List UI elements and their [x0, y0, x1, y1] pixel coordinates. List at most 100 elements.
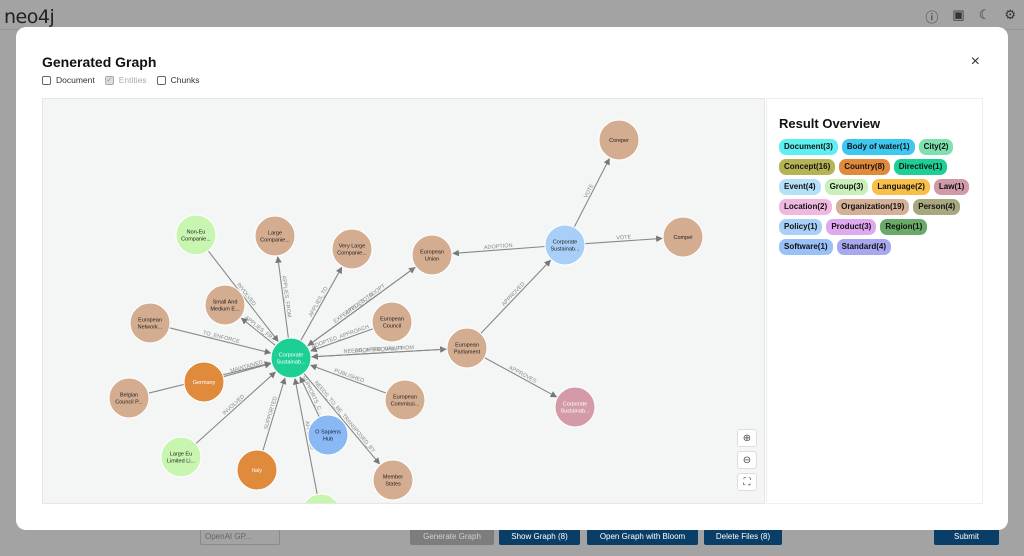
moon-icon[interactable]: ☾	[979, 7, 991, 26]
graph-node[interactable]: Italy	[236, 449, 278, 491]
graph-node[interactable]: EuropeanUnion	[411, 234, 453, 276]
edge-label: APPLIES_TO	[308, 285, 330, 318]
graph-node[interactable]: EuropeanCommissi...	[384, 379, 426, 421]
gear-icon[interactable]: ⚙	[1004, 7, 1016, 26]
zoom-in-icon[interactable]: ⊕	[737, 429, 757, 447]
legend-chip[interactable]: Location(2)	[779, 199, 833, 215]
graph-node[interactable]: BelgianCouncil P...	[108, 377, 150, 419]
graph-node[interactable]: Non-EuCompanie...	[175, 214, 217, 256]
legend-chip[interactable]: Organization(19)	[836, 199, 910, 215]
edge-label: APPROVED	[501, 281, 526, 307]
node-label: O Sapiens	[315, 430, 341, 436]
checkbox[interactable]: ✓	[104, 75, 114, 85]
node-label: Sustainab...	[560, 409, 590, 415]
graph-canvas[interactable]: INVOLVED APPLIES_FROM APPLIES_TO APPLIES_TO…	[42, 98, 765, 504]
legend-chip[interactable]: Policy(1)	[779, 219, 823, 235]
result-overview-title: Result Overview	[779, 116, 881, 131]
api-icon[interactable]: ▣	[952, 7, 964, 26]
filter-label: Entities	[118, 75, 147, 85]
edge-label: APPROVES	[508, 365, 538, 385]
fit-view-icon[interactable]: ⛶	[737, 473, 757, 491]
legend-chip[interactable]: Body of water(1)	[841, 139, 915, 155]
graph-edge[interactable]: SUPPORTS_C...	[299, 375, 324, 418]
graph-node[interactable]: CorporateSustainab...	[544, 224, 586, 266]
graph-edge[interactable]: MAINTAINED	[223, 360, 272, 378]
graph-edge[interactable]: TO_ENFORCE	[169, 327, 272, 355]
edge-label: APPLIES_FROM	[280, 275, 291, 318]
graph-node[interactable]: MemberStates	[372, 459, 414, 501]
zoom-out-icon[interactable]: ⊖	[737, 451, 757, 469]
legend-chip[interactable]: Law(1)	[933, 179, 970, 195]
graph-edge[interactable]: ADOPTION	[452, 243, 546, 257]
node-label: States	[385, 482, 401, 488]
graph-node[interactable]: EuropeanParliament	[446, 327, 488, 369]
legend-chip[interactable]: Software(1)	[779, 239, 833, 255]
filter-document[interactable]: Document	[42, 75, 95, 85]
node-label: Hub	[323, 437, 333, 443]
filter-chunks[interactable]: Chunks	[156, 75, 200, 85]
graph-edge[interactable]: SUPPORTED	[262, 377, 287, 452]
graph-edge[interactable]: APPLIES_FROM	[275, 256, 292, 339]
graph-node[interactable]: Germany	[183, 361, 225, 403]
graph-node[interactable]: EuropeanCouncil	[371, 301, 413, 343]
node-label: Sustainab...	[276, 360, 306, 366]
node-label: Union	[425, 257, 439, 263]
checkbox[interactable]	[42, 75, 51, 85]
graph-edge[interactable]: VOTE	[573, 158, 610, 228]
close-icon[interactable]: ×	[971, 53, 980, 71]
node-label: Non-Eu	[187, 230, 206, 236]
node-label: Sustainab...	[550, 247, 580, 253]
graph-svg[interactable]: INVOLVED APPLIES_FROM APPLIES_TO APPLIES_TO…	[43, 99, 765, 504]
graph-node[interactable]: CorporateSustainab...	[270, 337, 312, 379]
info-icon[interactable]: ⓘ	[925, 7, 938, 26]
legend-chip[interactable]: Directive(1)	[893, 159, 948, 175]
node-label: European	[420, 250, 444, 256]
graph-node[interactable]: Large EuLimited Li...	[160, 436, 202, 478]
graph-edge[interactable]: APPLIES_FR...	[240, 315, 277, 346]
node-label: Small And	[213, 300, 238, 306]
legend-chip[interactable]: Document(3)	[779, 139, 838, 155]
graph-node[interactable]: Compel	[662, 216, 704, 258]
node-label: Corporate	[553, 240, 577, 246]
node-label: Germany	[193, 380, 216, 386]
graph-edge[interactable]: VOTE	[584, 234, 663, 245]
graph-node[interactable]: Very LargeCompanie...	[331, 228, 373, 270]
graph-node[interactable]: O SapiensHub	[307, 414, 349, 456]
result-overview-panel: Result Overview Document(3) Body of water…	[766, 98, 983, 504]
node-label: Medium E...	[210, 307, 240, 313]
checkbox[interactable]	[156, 75, 166, 85]
legend-chip[interactable]: Standard(4)	[836, 239, 892, 255]
node-label: Italy	[252, 468, 262, 474]
graph-node[interactable]: Small AndMedium E...	[204, 284, 246, 326]
graph-edge[interactable]: ADOPTED_DRAFT	[311, 346, 448, 360]
edge-label: INVOLVED	[222, 394, 246, 417]
graph-edge[interactable]: APPLIES_TO	[300, 266, 343, 341]
legend-chip[interactable]: City(2)	[918, 139, 954, 155]
filter-label: Chunks	[170, 75, 200, 85]
legend-chip[interactable]: Event(4)	[779, 179, 821, 195]
graph-node[interactable]: EuropeanNetwork...	[129, 302, 171, 344]
legend-chip[interactable]: Person(4)	[913, 199, 961, 215]
legend-chip[interactable]: Region(1)	[880, 219, 928, 235]
graph-edge[interactable]: APPROVES	[484, 357, 558, 398]
node-label: Compel	[674, 235, 693, 241]
node-label: European	[455, 343, 479, 349]
legend-chip[interactable]: Concept(16)	[779, 159, 836, 175]
legend-chip[interactable]: Product(3)	[826, 219, 877, 235]
node-label: Companie...	[260, 238, 290, 244]
graph-edge[interactable]: APPROVED	[480, 259, 551, 334]
neo4j-logo: neo4j	[4, 6, 55, 28]
node-label: Large Eu	[170, 452, 192, 458]
node-label: Coreper	[609, 138, 629, 144]
filter-entities[interactable]: ✓ Entities	[104, 75, 147, 85]
edge-label: PUBLISHED	[333, 368, 364, 384]
graph-node[interactable]: LargeCompanie...	[254, 215, 296, 257]
graph-node[interactable]: Coreper	[598, 119, 640, 161]
graph-node[interactable]: Sines	[301, 493, 341, 504]
top-bar: neo4j ⓘ ▣ ☾ ⚙	[0, 0, 1024, 30]
legend-chip[interactable]: Language(2)	[872, 179, 930, 195]
filter-label: Document	[56, 75, 95, 85]
legend-chip[interactable]: Group(3)	[824, 179, 869, 195]
graph-node[interactable]: CorporateSustainab...	[554, 386, 596, 428]
legend-chip[interactable]: Country(8)	[839, 159, 890, 175]
